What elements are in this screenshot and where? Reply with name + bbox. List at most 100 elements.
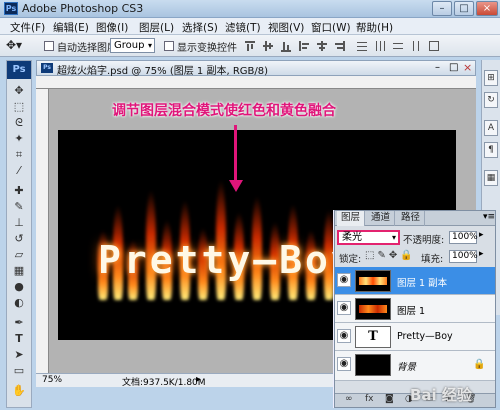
type-tool-icon[interactable]: T — [10, 331, 28, 346]
zoom-level[interactable]: 75% — [42, 375, 62, 385]
character-panel-icon[interactable]: A — [484, 120, 498, 136]
layer-thumbnail — [355, 354, 391, 376]
lock-label: 锁定: — [339, 254, 362, 265]
document-title: 超炫火焰字.psd @ 75% (图层 1 副本, RGB/8) — [57, 66, 269, 77]
fill-field[interactable]: 100% — [449, 250, 478, 263]
tab-paths[interactable]: 路径 — [397, 211, 426, 226]
align-middle-icon[interactable] — [262, 40, 274, 52]
layer-name: 图层 1 副本 — [397, 278, 448, 289]
layer-row[interactable]: ◉ T Pretty—Boy — [335, 323, 495, 351]
fill-label: 填充: — [421, 254, 444, 265]
menu-file[interactable]: 文件(F) — [10, 20, 45, 35]
marquee-tool-icon[interactable]: ⬚ — [10, 99, 28, 114]
menu-bar: 文件(F) 编辑(E) 图像(I) 图层(L) 选择(S) 滤镜(T) 视图(V… — [0, 18, 500, 35]
history-panel-icon[interactable]: ↻ — [484, 92, 498, 108]
doc-close-icon[interactable]: × — [463, 61, 472, 74]
layer-mask-icon[interactable]: ◙ — [385, 394, 394, 404]
tab-layers[interactable]: 图层 — [337, 211, 366, 226]
layers-panel: 图层 通道 路径 ▾≡ 柔光 ▾ 不透明度: 100% ▸ 锁定: ⬚✎✥🔒 填充… — [334, 210, 496, 408]
doc-minimize-icon[interactable]: – — [435, 62, 440, 73]
blur-tool-icon[interactable]: ● — [10, 279, 28, 294]
eye-icon[interactable]: ◉ — [337, 301, 351, 315]
opacity-field[interactable]: 100% — [449, 231, 478, 244]
maximize-button[interactable]: □ — [454, 1, 474, 16]
lasso-tool-icon[interactable]: ᘓ — [10, 115, 28, 130]
brush-tool-icon[interactable]: ✎ — [10, 199, 28, 214]
layer-row[interactable]: ◉ 图层 1 — [335, 295, 495, 323]
layer-row[interactable]: ◉ 图层 1 副本 — [335, 267, 495, 295]
annotation-arrow-head-icon — [229, 180, 243, 192]
crop-tool-icon[interactable]: ⌗ — [10, 147, 28, 162]
opacity-slider-icon[interactable]: ▸ — [479, 230, 484, 240]
menu-help[interactable]: 帮助(H) — [356, 20, 393, 35]
tab-channels[interactable]: 通道 — [367, 211, 396, 226]
pen-tool-icon[interactable]: ✒ — [10, 315, 28, 330]
distribute-top-icon[interactable] — [356, 40, 368, 52]
move-tool-icon[interactable]: ✥ — [10, 83, 28, 98]
swatches-panel-icon[interactable]: ▦ — [484, 170, 498, 186]
gradient-tool-icon[interactable]: ▦ — [10, 263, 28, 278]
eye-icon[interactable]: ◉ — [337, 273, 351, 287]
layer-row[interactable]: ◉ 背景 🔒 — [335, 351, 495, 381]
layer-name: Pretty—Boy — [397, 331, 453, 342]
show-transform-checkbox[interactable] — [164, 41, 174, 51]
clone-stamp-icon[interactable]: ⊥ — [10, 215, 28, 230]
status-arrow-icon[interactable]: ▸ — [196, 374, 201, 385]
lock-icon: 🔒 — [473, 359, 486, 370]
navigator-panel-icon[interactable]: ⊞ — [484, 70, 498, 86]
eyedropper-tool-icon[interactable]: ⁄ — [10, 163, 28, 178]
move-tool-preset-icon[interactable]: ✥▾ — [6, 38, 22, 52]
distribute-middle-icon[interactable] — [374, 40, 386, 52]
status-bar: 75% 文档:937.5K/1.80M ▸ — [36, 373, 336, 388]
menu-window[interactable]: 窗口(W) — [311, 20, 351, 35]
document-size: 文档:937.5K/1.80M — [122, 378, 206, 388]
menu-edit[interactable]: 编辑(E) — [53, 20, 89, 35]
canvas-fire-text: Pretty—Boy — [98, 238, 357, 282]
toolbox: Ps ✥ ⬚ ᘓ ✦ ⌗ ⁄ ✚ ✎ ⊥ ↺ ▱ ▦ ● ◐ ✒ T ➤ ▭ ✋ — [6, 60, 32, 408]
align-top-icon[interactable] — [244, 40, 256, 52]
magic-wand-tool-icon[interactable]: ✦ — [10, 131, 28, 146]
eye-icon[interactable]: ◉ — [337, 329, 351, 343]
shape-tool-icon[interactable]: ▭ — [10, 363, 28, 378]
menu-image[interactable]: 图像(I) — [96, 20, 128, 35]
close-button[interactable]: × — [476, 1, 498, 16]
menu-filter[interactable]: 滤镜(T) — [225, 20, 261, 35]
align-center-icon[interactable] — [316, 40, 328, 52]
healing-brush-icon[interactable]: ✚ — [10, 183, 28, 198]
auto-select-value: Group — [114, 40, 145, 51]
document-title-bar: Ps 超炫火焰字.psd @ 75% (图层 1 副本, RGB/8) – □ … — [36, 60, 476, 77]
history-brush-icon[interactable]: ↺ — [10, 231, 28, 246]
menu-view[interactable]: 视图(V) — [268, 20, 304, 35]
link-layers-icon[interactable]: ∞ — [345, 394, 353, 404]
align-bottom-icon[interactable] — [280, 40, 292, 52]
auto-select-dropdown[interactable]: Group ▾ — [110, 38, 155, 53]
title-bar: Ps Adobe Photoshop CS3 – □ × — [0, 0, 500, 18]
doc-maximize-icon[interactable]: □ — [449, 62, 458, 73]
distribute-bottom-icon[interactable] — [392, 40, 404, 52]
auto-select-label: 自动选择图层 — [57, 43, 117, 54]
distribute-left-icon[interactable] — [410, 40, 422, 52]
align-right-icon[interactable] — [334, 40, 346, 52]
auto-select-checkbox[interactable] — [44, 41, 54, 51]
blend-mode-value: 柔光 — [342, 232, 362, 243]
distribute-center-icon[interactable] — [428, 40, 440, 52]
eye-icon[interactable]: ◉ — [337, 357, 351, 371]
chevron-down-icon: ▾ — [391, 233, 396, 242]
paragraph-panel-icon[interactable]: ¶ — [484, 142, 498, 158]
baidu-watermark: Bai 经验 — [410, 386, 472, 404]
panel-menu-icon[interactable]: ▾≡ — [483, 212, 495, 222]
window-title: Adobe Photoshop CS3 — [22, 2, 144, 15]
eraser-tool-icon[interactable]: ▱ — [10, 247, 28, 262]
chevron-down-icon: ▾ — [147, 41, 152, 50]
align-left-icon[interactable] — [298, 40, 310, 52]
path-select-icon[interactable]: ➤ — [10, 347, 28, 362]
menu-select[interactable]: 选择(S) — [182, 20, 218, 35]
menu-layer[interactable]: 图层(L) — [139, 20, 174, 35]
dodge-tool-icon[interactable]: ◐ — [10, 295, 28, 310]
blend-mode-dropdown[interactable]: 柔光 ▾ — [337, 230, 400, 245]
layer-style-icon[interactable]: fx — [365, 394, 374, 404]
hand-tool-icon[interactable]: ✋ — [10, 383, 28, 398]
minimize-button[interactable]: – — [432, 1, 452, 16]
lock-options-icons[interactable]: ⬚✎✥🔒 — [365, 250, 416, 261]
fill-slider-icon[interactable]: ▸ — [479, 249, 484, 259]
